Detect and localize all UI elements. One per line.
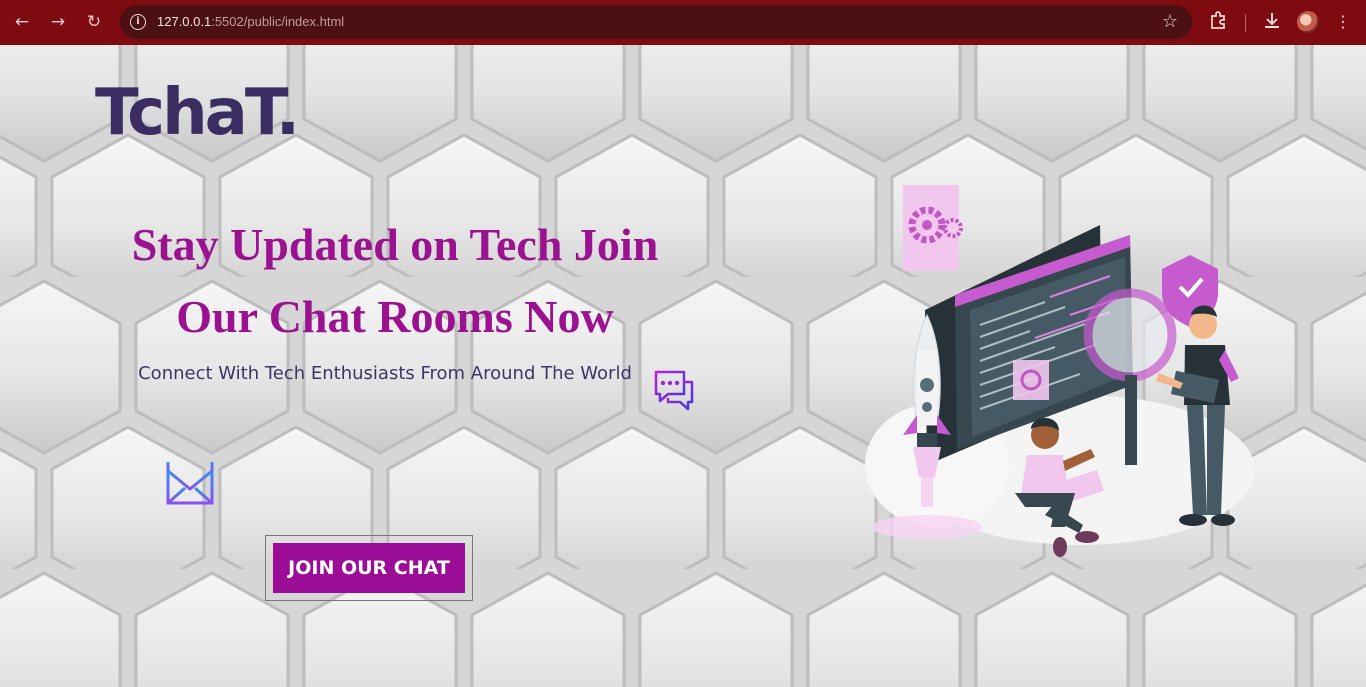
url-path: :5502/public/index.html: [211, 14, 345, 29]
download-icon[interactable]: [1260, 10, 1284, 34]
site-info-icon[interactable]: i: [130, 14, 146, 30]
join-chat-button[interactable]: JOIN OUR CHAT: [273, 543, 465, 593]
site-logo[interactable]: TchaT.: [95, 81, 300, 145]
address-bar[interactable]: i 127.0.0.1:5502/public/index.html ☆: [120, 5, 1192, 39]
forward-icon[interactable]: →: [46, 10, 70, 34]
gear-panel: [903, 185, 963, 271]
url-text[interactable]: 127.0.0.1:5502/public/index.html: [157, 14, 344, 29]
profile-avatar[interactable]: [1297, 11, 1319, 33]
menu-icon[interactable]: ⋮: [1331, 10, 1355, 34]
url-host: 127.0.0.1: [157, 14, 212, 29]
toolbar-divider: [1245, 14, 1246, 32]
hero-subheadline: Connect With Tech Enthusiasts From Aroun…: [138, 363, 632, 384]
hero-headline: Stay Updated on Tech Join Our Chat Rooms…: [131, 219, 659, 342]
browser-toolbar: ← → ↻ i 127.0.0.1:5502/public/index.html…: [0, 0, 1366, 45]
tech-illustration: [865, 185, 1255, 557]
join-button-frame: JOIN OUR CHAT: [265, 535, 473, 601]
reload-icon[interactable]: ↻: [82, 10, 106, 34]
back-icon[interactable]: ←: [10, 10, 34, 34]
mail-icon: [166, 460, 214, 505]
extensions-icon[interactable]: [1206, 10, 1230, 34]
chat-bubbles-icon: [654, 370, 694, 411]
bookmark-star-icon[interactable]: ☆: [1162, 11, 1178, 32]
page-viewport: TchaT. Stay Updated on Tech Join Our Cha…: [0, 45, 1366, 687]
